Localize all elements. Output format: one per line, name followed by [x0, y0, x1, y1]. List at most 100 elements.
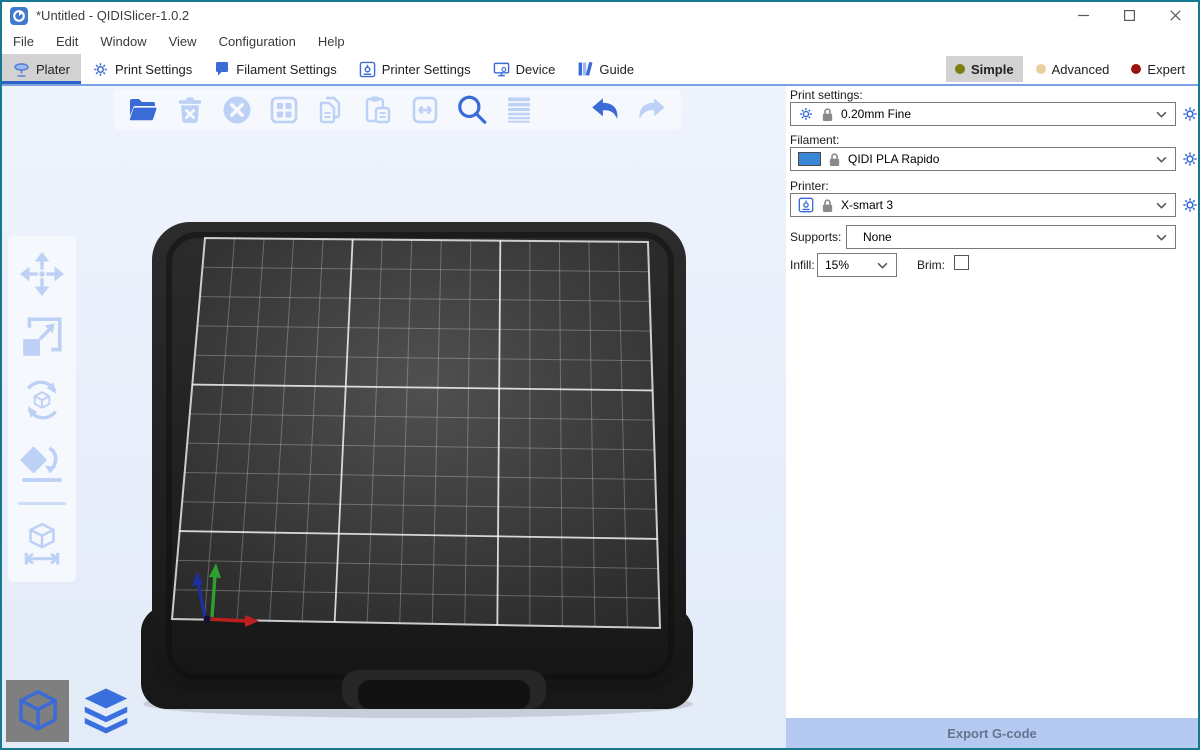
supports-value: None: [863, 230, 892, 244]
print-settings-gear-button[interactable]: [1180, 104, 1200, 124]
redo-button[interactable]: [635, 93, 669, 127]
app-window: *Untitled - QIDISlicer-1.0.2 File Edit W…: [0, 0, 1200, 750]
print-settings-label: Print settings:: [790, 88, 863, 102]
chevron-down-icon: [1156, 111, 1175, 118]
infill-combo[interactable]: 15%: [817, 253, 897, 277]
filament-settings-icon: [214, 61, 230, 77]
filament-combo[interactable]: QIDI PLA Rapido: [790, 147, 1176, 171]
title-bar: *Untitled - QIDISlicer-1.0.2: [2, 2, 1198, 29]
tab-plater[interactable]: Plater: [2, 54, 81, 84]
measure-icon: [19, 521, 65, 567]
tab-bar: Plater Print Settings Filament Settings …: [2, 54, 1198, 86]
tab-guide[interactable]: Guide: [566, 54, 645, 84]
gear-icon: [798, 106, 814, 122]
copy-button[interactable]: [314, 93, 348, 127]
paste-clipboard-icon: [362, 94, 394, 126]
advanced-mode-dot-icon: [1036, 64, 1046, 74]
maximize-button[interactable]: [1106, 2, 1152, 29]
menu-file[interactable]: File: [2, 29, 45, 54]
tab-print-settings[interactable]: Print Settings: [81, 54, 203, 84]
undo-arrow-icon: [588, 93, 622, 127]
menu-configuration[interactable]: Configuration: [208, 29, 307, 54]
export-gcode-button[interactable]: Export G-code: [786, 718, 1198, 748]
tab-device[interactable]: Device: [482, 54, 567, 84]
brim-checkbox[interactable]: [954, 255, 969, 270]
printer-gear-button[interactable]: [1180, 195, 1200, 215]
rotate-icon: [19, 377, 65, 423]
search-button[interactable]: [455, 93, 489, 127]
3d-viewport[interactable]: [2, 86, 786, 748]
printer-combo[interactable]: X-smart 3: [790, 193, 1176, 217]
minimize-button[interactable]: [1060, 2, 1106, 29]
mode-advanced[interactable]: Advanced: [1027, 56, 1119, 82]
object-toolbar: [114, 89, 681, 130]
print-settings-combo[interactable]: 0.20mm Fine: [790, 102, 1176, 126]
arrange-button[interactable]: [267, 93, 301, 127]
plater-icon: [13, 61, 30, 78]
tab-plater-label: Plater: [36, 62, 70, 77]
preview-layers-view-button[interactable]: [74, 680, 137, 742]
print-settings-value: 0.20mm Fine: [841, 107, 911, 121]
printer-icon: [798, 197, 814, 213]
tab-print-settings-label: Print Settings: [115, 62, 192, 77]
app-logo-icon: [10, 7, 28, 25]
move-tool-button[interactable]: [18, 250, 66, 298]
tab-guide-label: Guide: [599, 62, 634, 77]
undo-button[interactable]: [588, 93, 622, 127]
copy-icon: [315, 94, 347, 126]
close-button[interactable]: [1152, 2, 1198, 29]
tab-printer-settings-label: Printer Settings: [382, 62, 471, 77]
rotate-tool-button[interactable]: [18, 376, 66, 424]
variable-layer-height-button[interactable]: [502, 93, 536, 127]
filament-gear-button[interactable]: [1180, 149, 1200, 169]
menu-view[interactable]: View: [158, 29, 208, 54]
infill-label: Infill:: [790, 258, 815, 272]
window-title: *Untitled - QIDISlicer-1.0.2: [36, 8, 189, 23]
tab-printer-settings[interactable]: Printer Settings: [348, 54, 482, 84]
chevron-down-icon: [1156, 156, 1175, 163]
menu-window[interactable]: Window: [89, 29, 157, 54]
place-on-face-icon: [19, 440, 65, 486]
mode-simple[interactable]: Simple: [946, 56, 1023, 82]
split-button[interactable]: [408, 93, 442, 127]
delete-all-button[interactable]: [220, 93, 254, 127]
filament-label: Filament:: [790, 133, 839, 147]
lock-icon: [828, 152, 841, 167]
cube-3d-view-icon: [16, 689, 60, 733]
printer-label: Printer:: [790, 179, 829, 193]
chevron-down-icon: [877, 262, 896, 269]
lock-icon: [821, 198, 834, 213]
guide-books-icon: [577, 61, 593, 77]
measure-tool-button[interactable]: [18, 520, 66, 568]
scale-tool-button[interactable]: [18, 313, 66, 361]
settings-panel: Print settings: 0.20mm Fine: [786, 86, 1198, 748]
mode-simple-label: Simple: [971, 62, 1014, 77]
tab-device-label: Device: [516, 62, 556, 77]
brim-label: Brim:: [917, 258, 945, 272]
delete-all-circle-icon: [221, 94, 253, 126]
delete-button[interactable]: [173, 93, 207, 127]
move-icon: [19, 251, 65, 297]
paste-button[interactable]: [361, 93, 395, 127]
menu-edit[interactable]: Edit: [45, 29, 89, 54]
tab-filament-settings[interactable]: Filament Settings: [203, 54, 347, 84]
tab-filament-settings-label: Filament Settings: [236, 62, 336, 77]
layers-preview-icon: [81, 686, 131, 736]
3d-editor-view-button[interactable]: [6, 680, 69, 742]
supports-combo[interactable]: None: [846, 225, 1176, 249]
layer-lines-icon: [503, 94, 535, 126]
menu-help[interactable]: Help: [307, 29, 356, 54]
supports-label: Supports:: [790, 230, 841, 244]
infill-value: 15%: [825, 258, 849, 272]
mode-expert[interactable]: Expert: [1122, 56, 1194, 82]
open-file-button[interactable]: [126, 93, 160, 127]
printer-settings-icon: [359, 61, 376, 78]
place-on-face-tool-button[interactable]: [18, 439, 66, 487]
menu-bar: File Edit Window View Configuration Help: [2, 29, 1198, 54]
chevron-down-icon: [1156, 234, 1175, 241]
mode-expert-label: Expert: [1147, 62, 1185, 77]
chevron-down-icon: [1156, 202, 1175, 209]
view-mode-toggles: [6, 680, 137, 742]
minimize-icon: [1078, 10, 1089, 21]
lock-icon: [821, 107, 834, 122]
